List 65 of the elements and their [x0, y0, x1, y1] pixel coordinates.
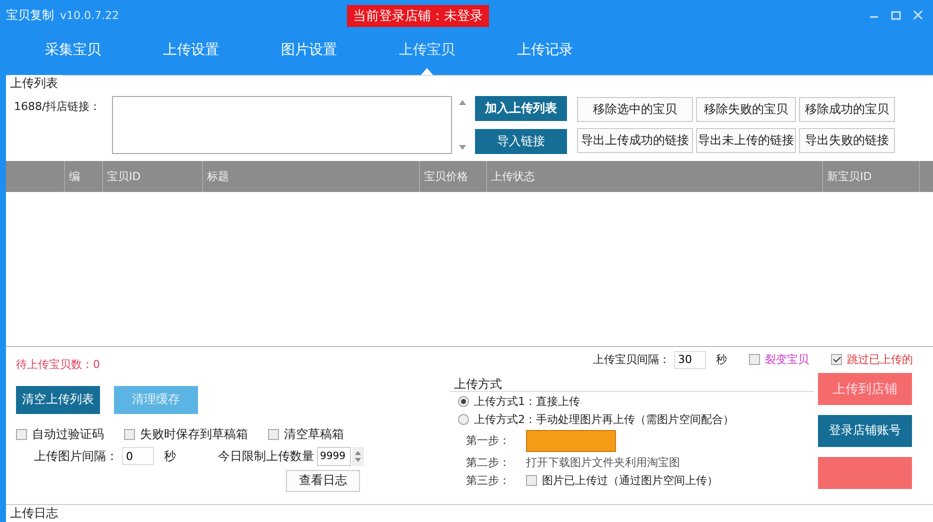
- radio-button[interactable]: [458, 414, 469, 425]
- checkbox[interactable]: [16, 428, 27, 440]
- link-input-field[interactable]: [112, 96, 452, 154]
- unit-label: 秒: [716, 352, 727, 368]
- checkbox-label: 裂变宝贝: [765, 352, 809, 368]
- item-interval-field[interactable]: 30: [674, 350, 706, 369]
- step-button[interactable]: [526, 430, 616, 452]
- column-header: 上传状态: [487, 160, 823, 192]
- column-header: 宝贝价格: [420, 160, 487, 192]
- item-interval-label: 上传宝贝间隔：: [593, 352, 670, 368]
- checkbox[interactable]: [124, 428, 135, 440]
- step-text: 打开下载图片文件夹利用淘宝图: [526, 454, 680, 470]
- link-label: 1688/抖店链接：: [14, 99, 102, 115]
- step-label: 第一步：: [466, 433, 511, 448]
- scroll-down-icon[interactable]: [458, 145, 466, 150]
- view-log-button[interactable]: 查看日志: [286, 470, 360, 492]
- tab[interactable]: 上传记录: [486, 30, 604, 75]
- tab[interactable]: 上传设置: [132, 30, 250, 75]
- action-button[interactable]: 导出上传成功的链接: [577, 128, 693, 153]
- tab[interactable]: 图片设置: [250, 30, 368, 75]
- daily-limit-label: 今日限制上传数量: [218, 448, 314, 465]
- step-label: 第三步：: [466, 472, 511, 488]
- maximize-icon[interactable]: [891, 10, 901, 20]
- checkbox-label: 失败时保存到草稿箱: [140, 426, 248, 443]
- column-header: 编: [65, 160, 103, 192]
- close-icon[interactable]: [913, 10, 923, 20]
- version-label: v10.0.7.22: [60, 8, 119, 22]
- column-header: 宝贝ID: [103, 160, 203, 192]
- import-links-button[interactable]: 导入链接: [475, 129, 567, 154]
- checkbox[interactable]: [749, 354, 760, 366]
- action-button[interactable]: 导出失败的链接: [799, 128, 895, 153]
- spinner-arrows-icon[interactable]: [352, 446, 364, 466]
- column-header: 标题: [203, 160, 420, 192]
- image-interval-field[interactable]: 0: [122, 447, 154, 466]
- tab[interactable]: 上传宝贝: [368, 30, 486, 75]
- scroll-up-icon[interactable]: [458, 100, 466, 105]
- step-label: 第二步：: [466, 454, 511, 470]
- pending-count: 待上传宝贝数：0: [16, 356, 101, 372]
- log-title: 上传日志: [6, 504, 933, 522]
- window-title: 宝贝复制: [6, 6, 54, 24]
- action-button[interactable]: 移除成功的宝贝: [799, 97, 895, 122]
- add-to-list-button[interactable]: 加入上传列表: [475, 96, 567, 121]
- login-status-badge: 当前登录店铺：未登录: [347, 5, 489, 27]
- unit-label: 秒: [164, 448, 176, 465]
- checkbox-label: 图片已上传过（通过图片空间上传）: [542, 472, 718, 488]
- checkbox-label: 跳过已上传的: [847, 352, 913, 368]
- image-interval-label: 上传图片间隔：: [34, 448, 118, 465]
- radio-label: 上传方式1：直接上传: [474, 394, 580, 409]
- daily-limit-field[interactable]: 9999: [317, 446, 351, 466]
- clear-list-button[interactable]: 清空上传列表: [16, 386, 100, 414]
- checkbox[interactable]: [268, 428, 279, 440]
- radio-button[interactable]: [458, 396, 469, 407]
- group-title: 上传方式: [454, 376, 502, 393]
- column-header: 新宝贝ID: [823, 160, 920, 192]
- action-button[interactable]: 导出未上传的链接: [696, 128, 796, 153]
- action-button[interactable]: 移除选中的宝贝: [577, 97, 693, 122]
- checkbox[interactable]: [831, 354, 842, 366]
- action-button[interactable]: 移除失败的宝贝: [696, 97, 796, 122]
- tab[interactable]: 采集宝贝: [14, 30, 132, 75]
- login-shop-button[interactable]: 登录店铺账号: [818, 414, 912, 447]
- group-title: 上传列表: [10, 75, 62, 92]
- checkbox-label: 清空草稿箱: [284, 426, 344, 443]
- checkbox[interactable]: [526, 474, 537, 486]
- checkbox-label: 自动过验证码: [32, 426, 104, 443]
- radio-label: 上传方式2：手动处理图片再上传（需图片空间配合）: [474, 412, 734, 427]
